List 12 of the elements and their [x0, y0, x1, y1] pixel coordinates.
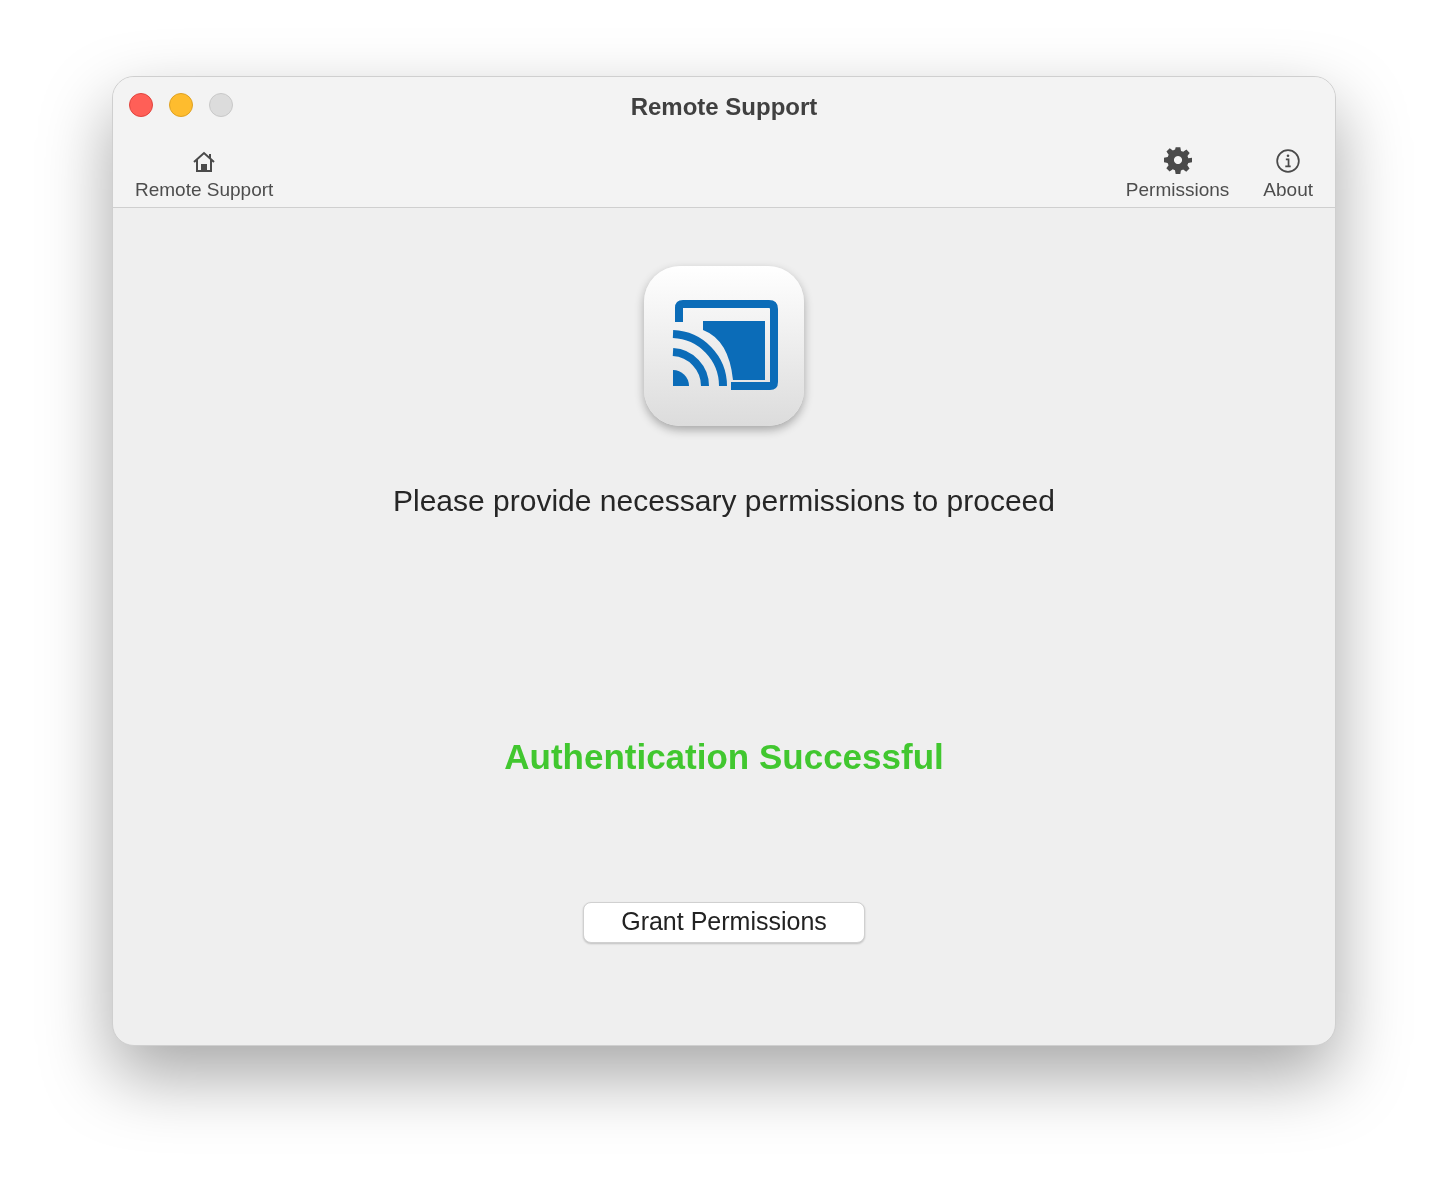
toolbar-item[interactable]: Permissions	[1121, 144, 1234, 199]
grant-permissions-button[interactable]: Grant Permissions	[583, 901, 865, 943]
toolbar-item[interactable]: Remote Support	[131, 144, 278, 199]
minimize-button[interactable]	[169, 93, 193, 117]
app-logo-icon	[644, 266, 804, 426]
info-icon	[1275, 148, 1302, 174]
window-title: Remote Support	[630, 92, 818, 122]
toolbar-item[interactable]: About	[1259, 144, 1317, 199]
gear-icon	[1163, 146, 1192, 174]
instruction-text: Please provide necessary permissions to proceed	[393, 483, 1055, 519]
status-text: Authentication Successful	[504, 736, 944, 778]
close-button[interactable]	[129, 93, 153, 117]
